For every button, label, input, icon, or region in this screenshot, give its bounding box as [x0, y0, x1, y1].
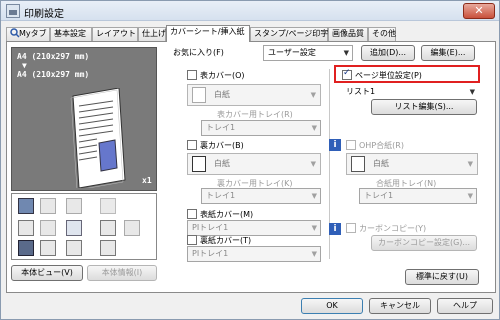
device-info-button[interactable]: 本体情報(I): [87, 265, 157, 281]
preview-copies: x1: [142, 176, 152, 185]
chevron-down-icon: ▼: [311, 124, 317, 132]
pi-front-label: 表紙カバー(M): [200, 210, 254, 219]
offset-icon: [100, 240, 116, 256]
preview-output-size: A4 (210x297 mm): [17, 70, 90, 79]
pi-front-checkbox[interactable]: [187, 209, 197, 219]
back-paper-icon: [192, 156, 206, 172]
chevron-down-icon: ▼: [310, 91, 316, 99]
tray-icon: [40, 198, 56, 214]
cover-paper-icon: [192, 87, 206, 103]
back-cover-label: 裏カバー(B): [200, 141, 244, 150]
pi-front-tray-select[interactable]: PIトレイ1 ▼: [187, 220, 321, 236]
back-cover-paper-select[interactable]: 白紙 ▼: [187, 153, 321, 175]
back-cover-checkbox[interactable]: [187, 140, 197, 150]
ohp-tray-select[interactable]: トレイ1 ▼: [359, 188, 477, 204]
finisher-icon: [18, 198, 34, 214]
chevron-down-icon: ▼: [310, 160, 316, 168]
back-cover-paper: 白紙: [214, 159, 230, 168]
cancel-button[interactable]: キャンセル: [369, 298, 431, 314]
tab-finishing[interactable]: 仕上げ: [138, 27, 166, 41]
back-cover-tray-select[interactable]: トレイ1 ▼: [201, 188, 321, 204]
close-button[interactable]: ✕: [463, 3, 495, 19]
ohp-tray: トレイ1: [364, 191, 394, 200]
carbon-copy-label: カーボンコピー(Y): [359, 224, 427, 233]
sort-icon: [66, 240, 82, 256]
output-bin-icon: [18, 240, 34, 256]
favorites-value: ユーザー設定: [268, 48, 316, 57]
back-cover-tray: トレイ1: [206, 191, 236, 200]
front-cover-paper: 白紙: [214, 90, 230, 99]
tab-image-quality[interactable]: 画像品質: [328, 27, 368, 41]
device-options-panel: [11, 193, 157, 260]
restore-default-button[interactable]: 標準に戻す(U): [405, 269, 479, 285]
tab-other[interactable]: その他: [368, 27, 396, 41]
favorites-label: お気に入り(F): [173, 48, 224, 57]
fold-icon: [100, 220, 116, 236]
title-bar: 印刷設定 ✕: [1, 1, 499, 21]
ohp-paper-icon: [351, 156, 365, 172]
search-icon: [10, 28, 20, 38]
front-cover-label: 表カバー(O): [200, 71, 245, 80]
front-cover-tray-select[interactable]: トレイ1 ▼: [201, 120, 321, 136]
info-icon: i: [329, 223, 341, 235]
punch-icon: [124, 220, 140, 236]
front-cover-tray-label: 表カバー用トレイ(R): [217, 110, 293, 119]
booklet-icon: [66, 220, 82, 236]
chevron-down-icon: ▼: [343, 49, 349, 57]
chevron-down-icon: ▼: [467, 160, 473, 168]
preview-arrow: ▼: [22, 61, 27, 70]
tab-bar: Myタブ 基本設定 レイアウト 仕上げ カバーシート/挿入紙 スタンプ/ページ印…: [6, 25, 496, 42]
layout-icon: [18, 220, 34, 236]
tab-cover-sheet[interactable]: カバーシート/挿入紙: [166, 25, 250, 42]
device-view-button[interactable]: 本体ビュー(V): [11, 265, 83, 281]
front-cover-checkbox[interactable]: [187, 70, 197, 80]
favorites-select[interactable]: ユーザー設定 ▼: [263, 45, 353, 61]
ohp-checkbox[interactable]: [346, 140, 356, 150]
front-cover-tray: トレイ1: [206, 123, 236, 132]
help-button[interactable]: ヘルプ: [437, 298, 493, 314]
carbon-copy-checkbox[interactable]: [346, 223, 356, 233]
print-settings-window: 印刷設定 ✕ Myタブ 基本設定 レイアウト 仕上げ カバーシート/挿入紙 スタ…: [0, 0, 500, 320]
pi-front-tray: PIトレイ1: [192, 223, 229, 232]
list-edit-button[interactable]: リスト編集(S)...: [371, 99, 477, 115]
ohp-paper: 白紙: [373, 159, 389, 168]
paper-preview: A4 (210x297 mm) ▼ A4 (210x297 mm) x1: [11, 47, 157, 191]
edit-favorite-button[interactable]: 編集(E)...: [421, 45, 475, 61]
tab-stamp[interactable]: スタンプ/ページ印字: [250, 27, 328, 41]
tab-layout[interactable]: レイアウト: [92, 27, 138, 41]
carbon-copy-settings-button[interactable]: カーボンコピー設定(G)...: [371, 235, 477, 251]
page-preview-icon: [70, 88, 126, 188]
ok-button[interactable]: OK: [301, 298, 363, 314]
chevron-down-icon: ▼: [467, 192, 473, 200]
info-icon: i: [329, 139, 341, 151]
pi-back-tray: PIトレイ1: [192, 249, 229, 258]
page-settings-label: ページ単位設定(P): [355, 71, 422, 80]
tab-basic[interactable]: 基本設定: [50, 27, 92, 41]
chevron-down-icon: ▼: [311, 192, 317, 200]
printer-icon: [6, 4, 20, 18]
ohp-paper-select[interactable]: 白紙 ▼: [346, 153, 478, 175]
paper-feed-icon: [66, 198, 82, 214]
tab-label: Myタブ: [19, 29, 47, 38]
pi-back-label: 裏紙カバー(T): [200, 236, 252, 245]
staple-icon: [100, 198, 116, 214]
chevron-down-icon: ▼: [311, 224, 317, 232]
pi-back-checkbox[interactable]: [187, 235, 197, 245]
pi-back-tray-select[interactable]: PIトレイ1 ▼: [187, 246, 321, 262]
ohp-label: OHP合紙(R): [359, 141, 404, 150]
window-title: 印刷設定: [24, 9, 64, 20]
page-settings-checkbox[interactable]: [342, 68, 352, 80]
chevron-down-icon: ▼: [311, 250, 317, 258]
duplex-icon: [40, 220, 56, 236]
chevron-down-icon: ▼: [469, 88, 475, 96]
page-list-value: リスト1: [346, 87, 376, 96]
preview-original-size: A4 (210x297 mm): [17, 52, 90, 61]
front-cover-paper-select[interactable]: 白紙 ▼: [187, 84, 321, 106]
stack-icon: [40, 240, 56, 256]
add-favorite-button[interactable]: 追加(D)...: [361, 45, 415, 61]
